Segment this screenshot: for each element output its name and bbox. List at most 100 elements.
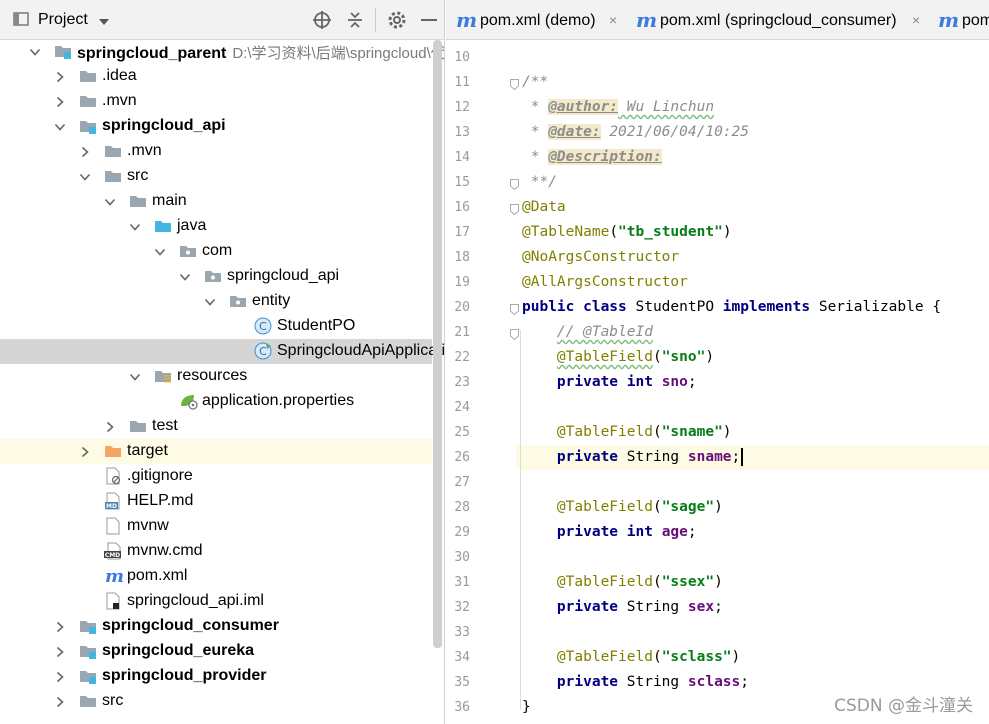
code-line[interactable]: @NoArgsConstructor	[522, 245, 679, 270]
line-number: 23	[454, 375, 470, 390]
chevron-down-icon[interactable]	[129, 370, 141, 382]
ignored-file-icon	[104, 467, 122, 485]
code-line[interactable]: @TableName("tb_student")	[522, 220, 732, 245]
tree-item[interactable]: resources	[0, 364, 432, 389]
project-title[interactable]: Project	[38, 11, 88, 29]
source-folder-icon	[154, 217, 172, 235]
tree-item[interactable]: CMD mvnw.cmd	[0, 539, 432, 564]
chevron-down-icon[interactable]	[54, 120, 66, 132]
tree-item[interactable]: springcloud_eureka	[0, 639, 432, 664]
code-token: implements	[722, 299, 811, 315]
tree-item-name: springcloud_api.iml	[127, 592, 264, 609]
collapse-all-icon[interactable]	[345, 10, 363, 28]
code-line[interactable]: public class StudentPO implements Serial…	[522, 295, 941, 320]
text-caret	[741, 448, 744, 466]
tree-item[interactable]: test	[0, 414, 432, 439]
chevron-right-icon[interactable]	[54, 620, 66, 633]
minimize-icon[interactable]	[420, 10, 438, 28]
code-line[interactable]: // @TableId	[522, 320, 653, 345]
tree-item[interactable]: mvnw	[0, 514, 432, 539]
chevron-right-icon[interactable]	[54, 645, 66, 658]
tree-item[interactable]: .mvn	[0, 139, 432, 164]
tree-item-label: .mvn	[127, 142, 162, 160]
tree-item[interactable]: springcloud_api.iml	[0, 589, 432, 614]
tree-item[interactable]: src	[0, 689, 432, 714]
chevron-right-icon[interactable]	[79, 445, 91, 458]
code-line[interactable]: * @author: Wu Linchun	[522, 95, 714, 120]
maven-icon: m	[456, 8, 478, 32]
tree-item[interactable]: entity	[0, 289, 432, 314]
close-icon[interactable]: ×	[609, 12, 617, 28]
folder-icon	[79, 67, 97, 85]
code-line[interactable]: @TableField("sno")	[522, 345, 714, 370]
chevron-down-icon[interactable]	[29, 45, 41, 57]
code-line[interactable]: **/	[522, 170, 557, 195]
close-icon[interactable]: ×	[912, 12, 920, 28]
tree-item[interactable]: springcloud_provider	[0, 664, 432, 689]
code-line[interactable]: @TableField("ssex")	[522, 570, 723, 595]
chevron-right-icon[interactable]	[54, 695, 66, 708]
chevron-down-icon[interactable]	[154, 245, 166, 257]
iml-file-icon	[104, 592, 122, 610]
tree-item[interactable]: java	[0, 214, 432, 239]
code-line[interactable]: @AllArgsConstructor	[522, 270, 688, 295]
code-area[interactable]: /** * @author: Wu Linchun * @date: 2021/…	[516, 40, 989, 724]
tree-item[interactable]: .idea	[0, 64, 432, 89]
code-line[interactable]: @TableField("sage")	[522, 495, 723, 520]
code-line[interactable]: @TableField("sname")	[522, 420, 732, 445]
chevron-right-icon[interactable]	[79, 145, 91, 158]
code-line[interactable]: * @date: 2021/06/04/10:25	[522, 120, 749, 145]
code-line[interactable]: * @Description:	[522, 145, 662, 170]
tree-item-label: pom.xml	[127, 567, 187, 585]
tree-item-label: resources	[177, 367, 247, 385]
tree-item[interactable]: src	[0, 164, 432, 189]
chevron-down-icon[interactable]	[129, 220, 141, 232]
code-line[interactable]: private int age;	[522, 520, 697, 545]
tree-item[interactable]: springcloud_parent D:\学习资料\后端\springcloud…	[0, 39, 444, 64]
tree-item[interactable]: springcloud_api	[0, 264, 432, 289]
tree-item[interactable]: C StudentPO	[0, 314, 432, 339]
code-line[interactable]: @TableField("sclass")	[522, 645, 740, 670]
code-line[interactable]: }	[522, 695, 531, 720]
chevron-right-icon[interactable]	[54, 95, 66, 108]
code-line[interactable]: @Data	[522, 195, 566, 220]
tree-item[interactable]: MD HELP.md	[0, 489, 432, 514]
chevron-down-icon[interactable]	[98, 14, 110, 31]
gear-icon[interactable]	[387, 10, 406, 29]
tree-item[interactable]: springcloud_consumer	[0, 614, 432, 639]
code-token: String	[618, 674, 688, 690]
tree-item-label: entity	[252, 292, 290, 310]
tree-item[interactable]: main	[0, 189, 432, 214]
code-line[interactable]: private int sno;	[522, 370, 697, 395]
chevron-right-icon[interactable]	[104, 420, 116, 433]
chevron-down-icon[interactable]	[179, 270, 191, 282]
tree-item-name: .idea	[102, 67, 137, 84]
tree-item[interactable]: springcloud_api	[0, 114, 432, 139]
line-number: 13	[454, 125, 470, 140]
chevron-down-icon[interactable]	[204, 295, 216, 307]
tree-item[interactable]: application.properties	[0, 389, 432, 414]
chevron-down-icon[interactable]	[79, 170, 91, 182]
code-line[interactable]: private String sex;	[522, 595, 723, 620]
chevron-right-icon[interactable]	[54, 70, 66, 83]
chevron-down-icon[interactable]	[104, 195, 116, 207]
code-line[interactable]: private String sclass;	[522, 670, 749, 695]
tree-item[interactable]: com	[0, 239, 432, 264]
tree-item-name: mvnw	[127, 517, 169, 534]
code-token: private int	[556, 374, 653, 390]
code-token: /**	[522, 74, 549, 90]
tree-item[interactable]: .gitignore	[0, 464, 432, 489]
code-line[interactable]: private String sname;	[522, 445, 744, 470]
code-token: 2021/06/04/10:25	[600, 124, 749, 140]
tree-item[interactable]: C SpringcloudApiApplication	[0, 339, 444, 364]
tree-item[interactable]: .mvn	[0, 89, 432, 114]
tree-item[interactable]: m pom.xml	[0, 564, 432, 589]
tree-item[interactable]: target	[0, 439, 432, 464]
target-icon[interactable]	[312, 10, 331, 29]
tree-scrollbar[interactable]	[433, 40, 442, 648]
code-line[interactable]: /**	[522, 70, 548, 95]
chevron-right-icon[interactable]	[54, 670, 66, 683]
line-number: 25	[454, 425, 470, 440]
